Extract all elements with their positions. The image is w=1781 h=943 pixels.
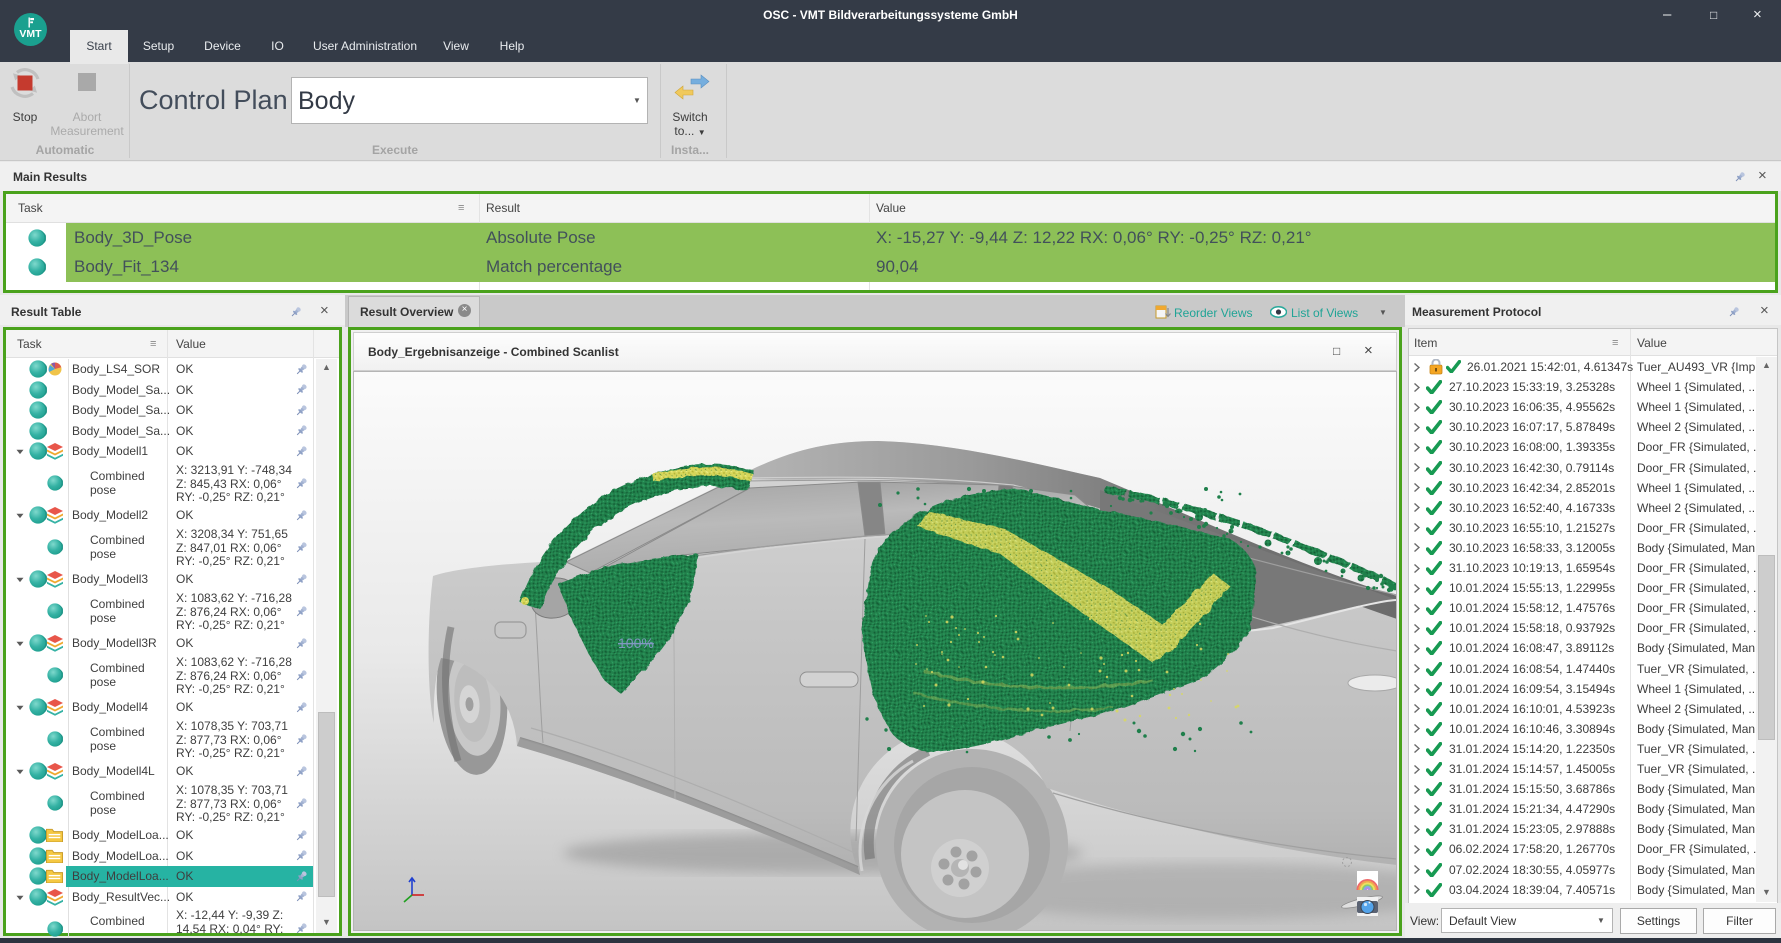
svg-text:100%: 100% xyxy=(618,635,654,651)
